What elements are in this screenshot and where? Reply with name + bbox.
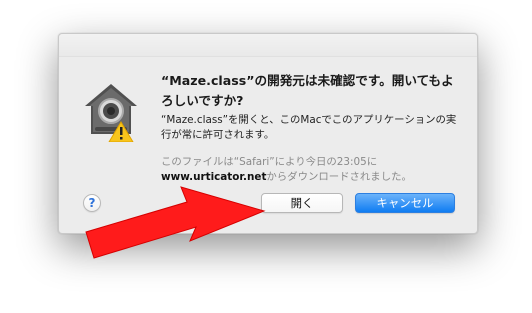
open-button-label: 開く xyxy=(290,196,314,210)
cancel-button[interactable]: キャンセル xyxy=(355,193,455,213)
download-source-domain: www.urticator.net xyxy=(161,171,267,183)
dialog-titlebar xyxy=(59,34,477,57)
download-source-text: このファイルは“Safari”により今日の23:05に www.urticato… xyxy=(161,155,461,185)
cancel-button-label: キャンセル xyxy=(376,196,434,210)
security-warning-dialog: “Maze.class”の開発元は未確認です。開いてもよろしいですか? “Maz… xyxy=(58,33,478,234)
help-button[interactable]: ? xyxy=(83,194,101,212)
help-label: ? xyxy=(88,196,96,210)
locked-house-warning-icon xyxy=(79,78,143,143)
open-button[interactable]: 開く xyxy=(261,193,343,213)
dialog-title: “Maze.class”の開発元は未確認です。開いてもよろしいですか? xyxy=(161,73,454,108)
locked-house-warning-graphic xyxy=(85,84,137,143)
download-source-suffix: からダウンロードされました。 xyxy=(266,171,412,183)
dialog-description: “Maze.class”を開くと、このMacでこのアプリケーションの実行が常に許… xyxy=(161,114,457,141)
download-source-prefix: このファイルは“Safari”により今日の23:05に xyxy=(161,156,378,168)
